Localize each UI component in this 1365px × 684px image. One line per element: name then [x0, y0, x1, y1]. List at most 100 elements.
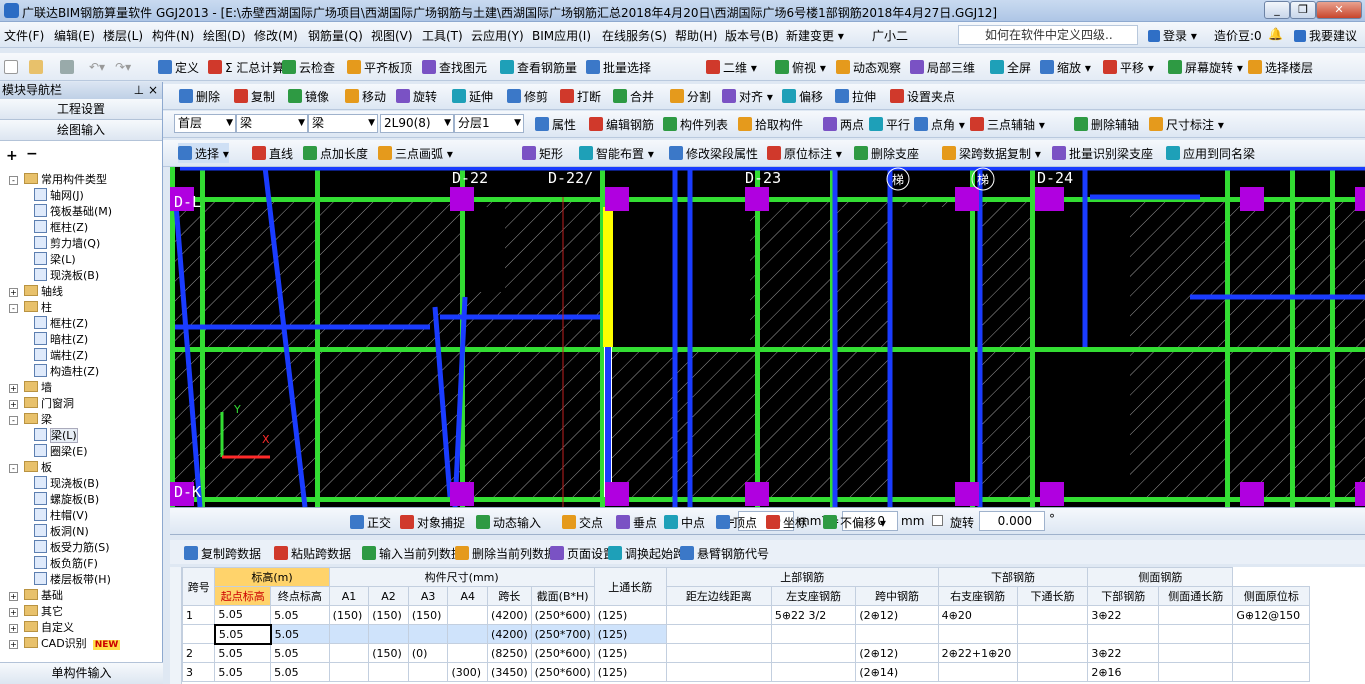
span-number-cell[interactable]: 2 [181, 643, 216, 663]
tb1-button-3[interactable]: 平齐板顶 [347, 57, 412, 77]
open-file-icon[interactable] [29, 60, 43, 74]
table-cell[interactable] [1232, 662, 1311, 682]
expand-icon[interactable]: + [9, 608, 18, 617]
tree-node-8[interactable]: -柱 [9, 300, 52, 316]
tree-node-17[interactable]: 圈梁(E) [34, 444, 88, 460]
tree-node-7[interactable]: + 轴线 [9, 284, 63, 300]
snapbar-button-2[interactable]: 动态输入 [476, 512, 541, 532]
menu-item-15[interactable]: 广小二 [872, 27, 908, 44]
snapbar-button-3[interactable]: 交点 [562, 512, 603, 532]
expand-icon[interactable]: + [9, 640, 18, 649]
table-cell[interactable] [1087, 624, 1160, 644]
tb2-button-12[interactable]: 拉伸 [835, 86, 876, 106]
tb4-button-6[interactable]: 修改梁段属性 [669, 143, 758, 163]
tree-node-0[interactable]: - 常用构件类型 [9, 172, 107, 188]
table-cell[interactable]: (2⊕12) [855, 605, 939, 625]
tb3-button-3[interactable]: 拾取构件 [738, 114, 803, 134]
menu-item-13[interactable]: 版本号(B) [725, 27, 779, 44]
table-cell[interactable]: (150) [368, 643, 409, 663]
table-cell[interactable]: 5.05 [214, 643, 272, 663]
tabletb-button-2[interactable]: 输入当前列数据 [362, 543, 463, 563]
tree-node-1[interactable]: 轴网(J) [34, 188, 84, 204]
tree-node-6[interactable]: 现浇板(B) [34, 268, 99, 284]
tb3-button-9[interactable]: 尺寸标注 ▾ [1149, 114, 1224, 134]
table-cell[interactable] [328, 624, 370, 644]
table-cell[interactable] [1232, 624, 1311, 644]
tree-node-25[interactable]: 楼层板带(H) [34, 572, 111, 588]
table-cell[interactable]: (150) [328, 605, 370, 625]
table-cell[interactable] [1016, 662, 1089, 682]
menu-item-9[interactable]: 云应用(Y) [471, 27, 524, 44]
table-cell[interactable] [447, 643, 489, 663]
table-cell[interactable] [1016, 605, 1089, 625]
tabletb-button-1[interactable]: 粘贴跨数据 [274, 543, 351, 563]
table-cell[interactable] [447, 605, 489, 625]
tb4-button-10[interactable]: 批量识别梁支座 [1052, 143, 1153, 163]
tb1-button-0[interactable]: 定义 [158, 57, 199, 77]
tree-node-4[interactable]: 剪力墙(Q) [34, 236, 100, 252]
tb3-button-0[interactable]: 属性 [535, 114, 576, 134]
tb3-button-2[interactable]: 构件列表 [663, 114, 728, 134]
menu-item-3[interactable]: 构件(N) [152, 27, 194, 44]
tb4-button-9[interactable]: 梁跨数据复制 ▾ [942, 143, 1041, 163]
tb4-button-7[interactable]: 原位标注 ▾ [767, 143, 842, 163]
tb3-button-5[interactable]: 平行 [869, 114, 910, 134]
table-row[interactable]: 1 5.05 5.05 (150) (150) (150) (4200) (250*600)(… [181, 605, 1365, 625]
table-cell[interactable]: (250*600) [530, 605, 595, 625]
tree-node-16[interactable]: 梁(L) [34, 428, 78, 444]
tree-node-27[interactable]: + 其它 [9, 604, 63, 620]
table-cell[interactable]: 3⊕22 [1087, 643, 1160, 663]
tree-node-9[interactable]: 框柱(Z) [34, 316, 88, 332]
tb2-button-4[interactable]: 旋转 [396, 86, 437, 106]
table-cell[interactable]: (0) [407, 643, 449, 663]
collapse-icon[interactable]: - [9, 304, 18, 313]
tb3-button-6[interactable]: 点角 ▾ [914, 114, 965, 134]
tree-node-13[interactable]: + 墙 [9, 380, 52, 396]
tb3-button-8[interactable]: 删除辅轴 [1074, 114, 1139, 134]
table-cell[interactable]: 2⊕22+1⊕20 [937, 643, 1018, 663]
help-search-input[interactable]: 如何在软件中定义四级.. [958, 25, 1138, 45]
column-8[interactable] [450, 482, 474, 506]
table-cell[interactable]: 5.05 [213, 623, 272, 645]
drawing-canvas[interactable]: D-22 D-22/D-23 D-24 D-L D-K 梯 梯 Y X [170, 167, 1365, 507]
table-row[interactable]: 2 5.05 5.05 (150) (0) (8250) (250*600) (125) (2⊕… [181, 643, 1365, 663]
tb2-button-0[interactable]: 删除 [179, 86, 220, 106]
save-icon[interactable] [60, 60, 74, 74]
snapbar-button-6[interactable]: 顶点 [716, 512, 757, 532]
table-cell[interactable] [937, 624, 1018, 644]
table-cell[interactable] [1016, 643, 1089, 663]
login-button[interactable]: 登录 ▾ [1148, 27, 1197, 44]
table-cell[interactable] [770, 662, 857, 682]
tree-node-29[interactable]: + CAD识别 NEW [9, 636, 121, 652]
tree-node-5[interactable]: 梁(L) [34, 252, 76, 268]
collapse-icon[interactable]: - [9, 176, 18, 185]
table-cell[interactable]: 5.05 [214, 605, 272, 625]
menu-item-4[interactable]: 绘图(D) [203, 27, 246, 44]
menu-item-10[interactable]: BIM应用(I) [532, 27, 591, 44]
snapbar-button-5[interactable]: 中点 [664, 512, 705, 532]
menu-item-2[interactable]: 楼层(L) [103, 27, 143, 44]
table-cell[interactable]: G⊕12@150 [1232, 605, 1311, 625]
tb2-button-8[interactable]: 合并 [613, 86, 654, 106]
column-1[interactable] [605, 187, 629, 211]
table-cell[interactable] [770, 624, 857, 644]
snapbar-button-4[interactable]: 垂点 [616, 512, 657, 532]
table-cell[interactable]: (300) [447, 662, 489, 682]
close-button[interactable]: ✕ [1316, 1, 1362, 19]
floor-select[interactable]: 首层 ▼ [174, 114, 236, 133]
table-cell[interactable] [407, 624, 449, 644]
column-6[interactable] [1240, 187, 1264, 211]
expand-icon[interactable]: + [9, 384, 18, 393]
column-5[interactable] [1035, 187, 1059, 211]
column-11[interactable] [955, 482, 979, 506]
table-cell[interactable]: 5⊕22 3/2 [770, 605, 857, 625]
tb1-button-10[interactable]: 局部三维 [910, 57, 975, 77]
table-cell[interactable] [1158, 643, 1234, 663]
expand-icon[interactable]: + [9, 288, 18, 297]
table-cell[interactable] [665, 624, 772, 644]
tb2-button-11[interactable]: 偏移 [782, 86, 823, 106]
selected-beam[interactable] [603, 207, 613, 347]
column-edge[interactable] [1355, 187, 1365, 211]
tree-node-10[interactable]: 暗柱(Z) [34, 332, 88, 348]
table-cell[interactable] [1232, 643, 1311, 663]
